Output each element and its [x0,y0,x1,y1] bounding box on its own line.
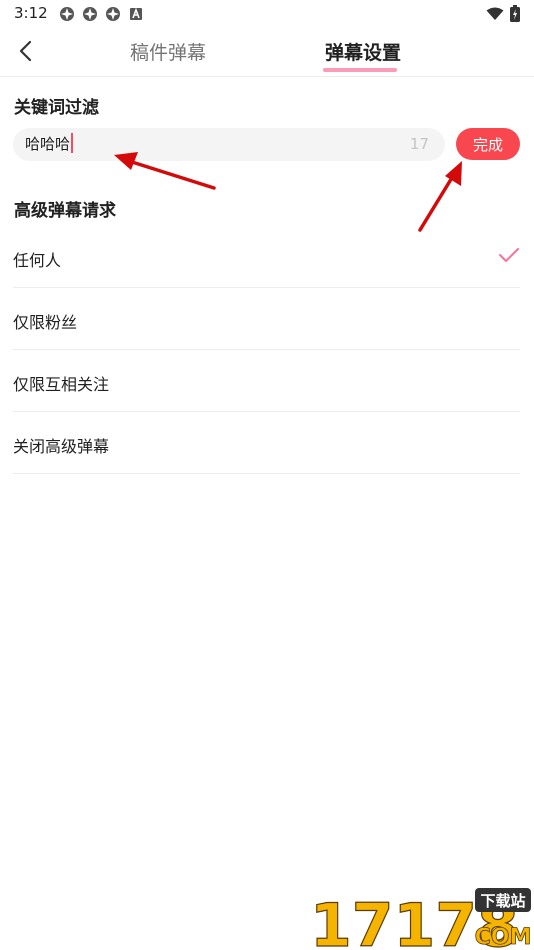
notification-icon [83,7,97,21]
option-label: 仅限互相关注 [13,375,110,394]
option-label: 仅限粉丝 [13,313,78,332]
option-mutual-follow-only[interactable]: 仅限互相关注 [13,350,520,412]
option-disable-advanced[interactable]: 关闭高级弹幕 [13,412,520,474]
advanced-danmaku-title: 高级弹幕请求 [14,201,116,221]
watermark-domain: COM [475,925,532,950]
option-label: 任何人 [13,251,62,270]
text-cursor [71,133,74,153]
keyword-input-value: 哈哈哈 [25,135,71,153]
tab-danmaku-settings[interactable]: 弹幕设置 [325,38,401,65]
active-tab-indicator [323,68,397,72]
system-icons [486,5,520,22]
app-a-icon [130,7,142,20]
option-anyone[interactable]: 任何人 [13,226,520,288]
option-label: 关闭高级弹幕 [13,437,110,456]
char-count: 17 [409,135,429,153]
notification-icons [59,6,144,22]
checkmark-icon [499,248,519,262]
tab-manuscript-danmaku[interactable]: 稿件弹幕 [130,38,206,65]
back-arrow-icon [19,40,32,62]
advanced-danmaku-options: 任何人 仅限粉丝 仅限互相关注 关闭高级弹幕 [13,226,520,474]
arrow-to-done [418,161,462,232]
keyword-input-container[interactable]: 哈哈哈 17 [13,128,445,161]
watermark-logo: 17178 下载站 COM [310,888,532,950]
header: 稿件弹幕 弹幕设置 [0,28,534,77]
status-bar: 3:12 [0,0,534,28]
option-fans-only[interactable]: 仅限粉丝 [13,288,520,350]
back-button[interactable] [10,36,40,66]
battery-charging-icon [510,5,520,22]
keyword-filter-title: 关键词过滤 [14,98,99,118]
notification-icon [60,7,74,21]
wifi-icon [486,7,504,20]
watermark-badge: 下载站 [480,892,525,910]
keyword-input[interactable]: 哈哈哈 [25,128,405,161]
done-button[interactable]: 完成 [456,128,520,160]
notification-icon [106,7,120,21]
status-time: 3:12 [14,4,48,22]
